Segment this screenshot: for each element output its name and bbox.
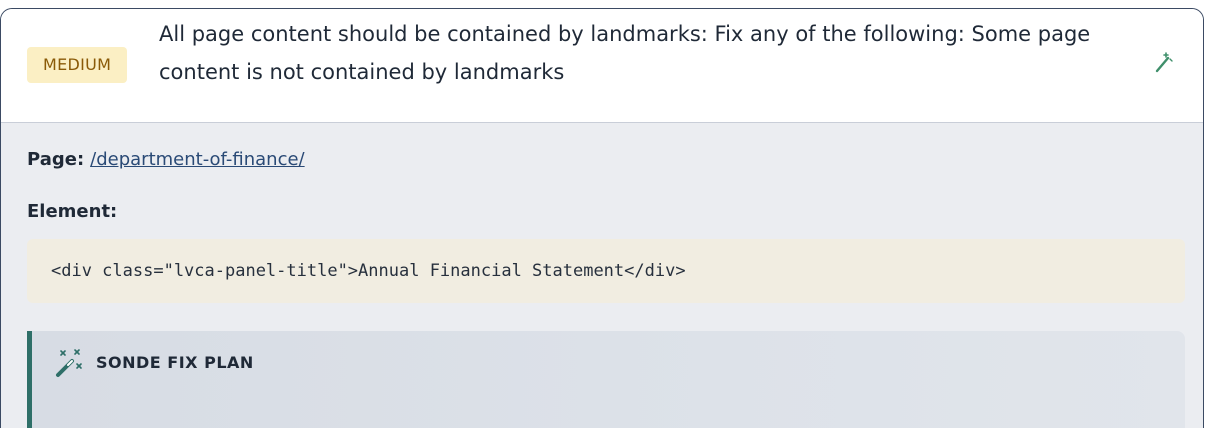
issue-header[interactable]: MEDIUM All page content should be contai…	[1, 9, 1203, 123]
element-label: Element:	[27, 201, 118, 222]
issue-title: All page content should be contained by …	[159, 22, 1091, 84]
magic-wand-icon[interactable]	[1151, 49, 1175, 77]
element-code-block: <div class="lvca-panel-title">Annual Fin…	[27, 239, 1185, 303]
page-label: Page:	[27, 149, 85, 170]
page-row: Page:/department-of-finance/	[27, 149, 305, 170]
page-link[interactable]: /department-of-finance/	[90, 149, 304, 170]
element-row: Element:	[27, 201, 117, 222]
fix-plan-title: SONDE FIX PLAN	[96, 353, 254, 372]
issue-card: MEDIUM All page content should be contai…	[0, 8, 1204, 428]
fix-plan-panel: SONDE FIX PLAN	[27, 331, 1185, 428]
sparkle-wand-icon	[52, 347, 86, 381]
severity-badge: MEDIUM	[27, 47, 128, 83]
